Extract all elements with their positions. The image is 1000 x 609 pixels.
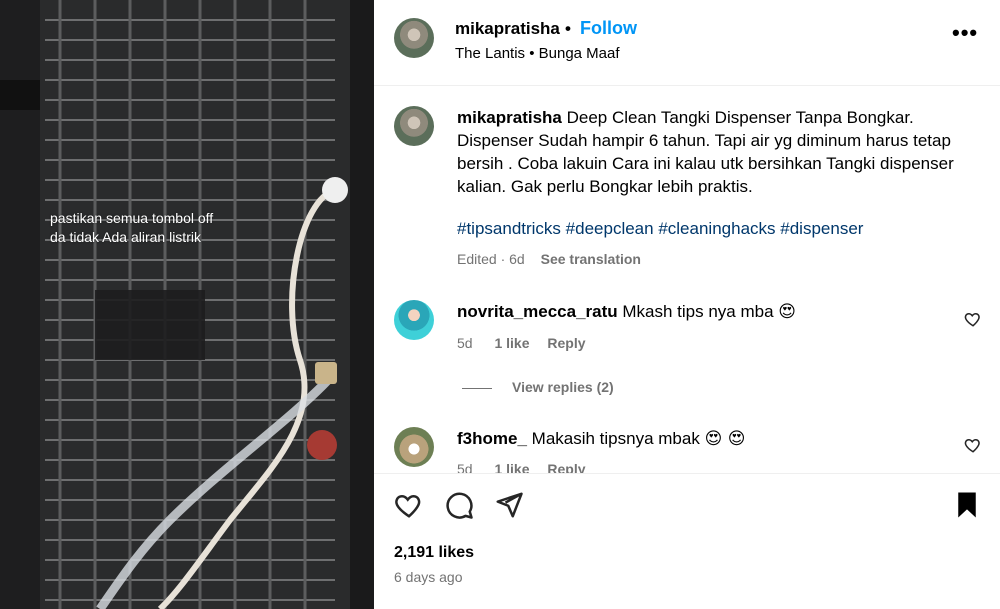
- author-username[interactable]: mikapratisha: [455, 19, 560, 39]
- audio-track-link[interactable]: The Lantis • Bunga Maaf: [455, 45, 620, 62]
- commenter-username[interactable]: f3home_: [457, 429, 527, 448]
- post-caption: mikapratisha Deep Clean Tangki Dispenser…: [457, 106, 957, 198]
- overlay-line: pastikan semua tombol off: [50, 210, 214, 226]
- commenter-username[interactable]: novrita_mecca_ratu: [457, 302, 618, 321]
- comment-emoji: 😍: [778, 302, 797, 322]
- reply-button[interactable]: Reply: [547, 461, 585, 473]
- comment-icon[interactable]: [444, 490, 474, 520]
- comment-body: novrita_mecca_ratu Mkash tips nya mba 😍: [457, 302, 796, 322]
- hashtag-link[interactable]: #deepclean: [566, 219, 654, 238]
- hashtag-link[interactable]: #dispenser: [780, 219, 863, 238]
- comment-meta: 5d 1 like Reply: [457, 335, 586, 351]
- like-count[interactable]: 2,191 likes: [394, 544, 474, 562]
- commenter-avatar[interactable]: [394, 300, 434, 340]
- caption-meta: Edited · 6d See translation: [457, 251, 641, 267]
- media-overlay-caption: pastikan semua tombol off da tidak Ada a…: [50, 209, 213, 247]
- comment-age: 5d: [457, 335, 473, 351]
- post-media[interactable]: pastikan semua tombol off da tidak Ada a…: [0, 0, 374, 609]
- see-translation-button[interactable]: See translation: [541, 251, 641, 267]
- edited-label: Edited · 6d: [457, 251, 525, 267]
- comments-scroll-area[interactable]: mikapratisha Deep Clean Tangki Dispenser…: [374, 87, 1000, 473]
- post-header: mikapratisha • Follow The Lantis • Bunga…: [374, 0, 1000, 86]
- author-avatar[interactable]: [394, 18, 434, 58]
- comment-meta: 5d 1 like Reply: [457, 461, 586, 473]
- hashtag-link[interactable]: #cleaninghacks: [658, 219, 775, 238]
- post-timestamp: 6 days ago: [394, 569, 463, 585]
- replies-divider: [462, 387, 492, 389]
- bookmark-icon[interactable]: [952, 490, 982, 520]
- comment-text: Mkash tips nya mba: [622, 302, 774, 321]
- dispenser-photo: [0, 0, 374, 609]
- hashtag-list: #tipsandtricks #deepclean #cleaninghacks…: [457, 219, 863, 239]
- comment-like-heart-icon[interactable]: [964, 310, 982, 328]
- comment-emoji: 😍 😍: [704, 429, 746, 449]
- comment-text: Makasih tipsnya mbak: [531, 429, 700, 448]
- hashtag-link[interactable]: #tipsandtricks: [457, 219, 561, 238]
- comment-likes[interactable]: 1 like: [494, 461, 529, 473]
- comment-like-heart-icon[interactable]: [964, 436, 982, 454]
- separator-dot: •: [565, 19, 571, 38]
- share-icon[interactable]: [494, 490, 524, 520]
- view-replies-button[interactable]: View replies (2): [462, 379, 614, 395]
- overlay-line: da tidak Ada aliran listrik: [50, 229, 201, 245]
- commenter-avatar[interactable]: [394, 427, 434, 467]
- comment-body: f3home_ Makasih tipsnya mbak 😍 😍: [457, 429, 745, 449]
- post-detail-panel: mikapratisha • Follow The Lantis • Bunga…: [374, 0, 1000, 609]
- caption-author-avatar[interactable]: [394, 106, 434, 146]
- caption-username[interactable]: mikapratisha: [457, 108, 562, 127]
- comment-age: 5d: [457, 461, 473, 473]
- more-icon[interactable]: •••: [952, 20, 980, 45]
- view-replies-label: View replies (2): [512, 379, 614, 395]
- comment-likes[interactable]: 1 like: [494, 335, 529, 351]
- follow-button[interactable]: Follow: [580, 18, 637, 39]
- heart-icon[interactable]: [394, 490, 424, 520]
- post-actions-bar: 2,191 likes 6 days ago: [374, 473, 1000, 609]
- reply-button[interactable]: Reply: [547, 335, 585, 351]
